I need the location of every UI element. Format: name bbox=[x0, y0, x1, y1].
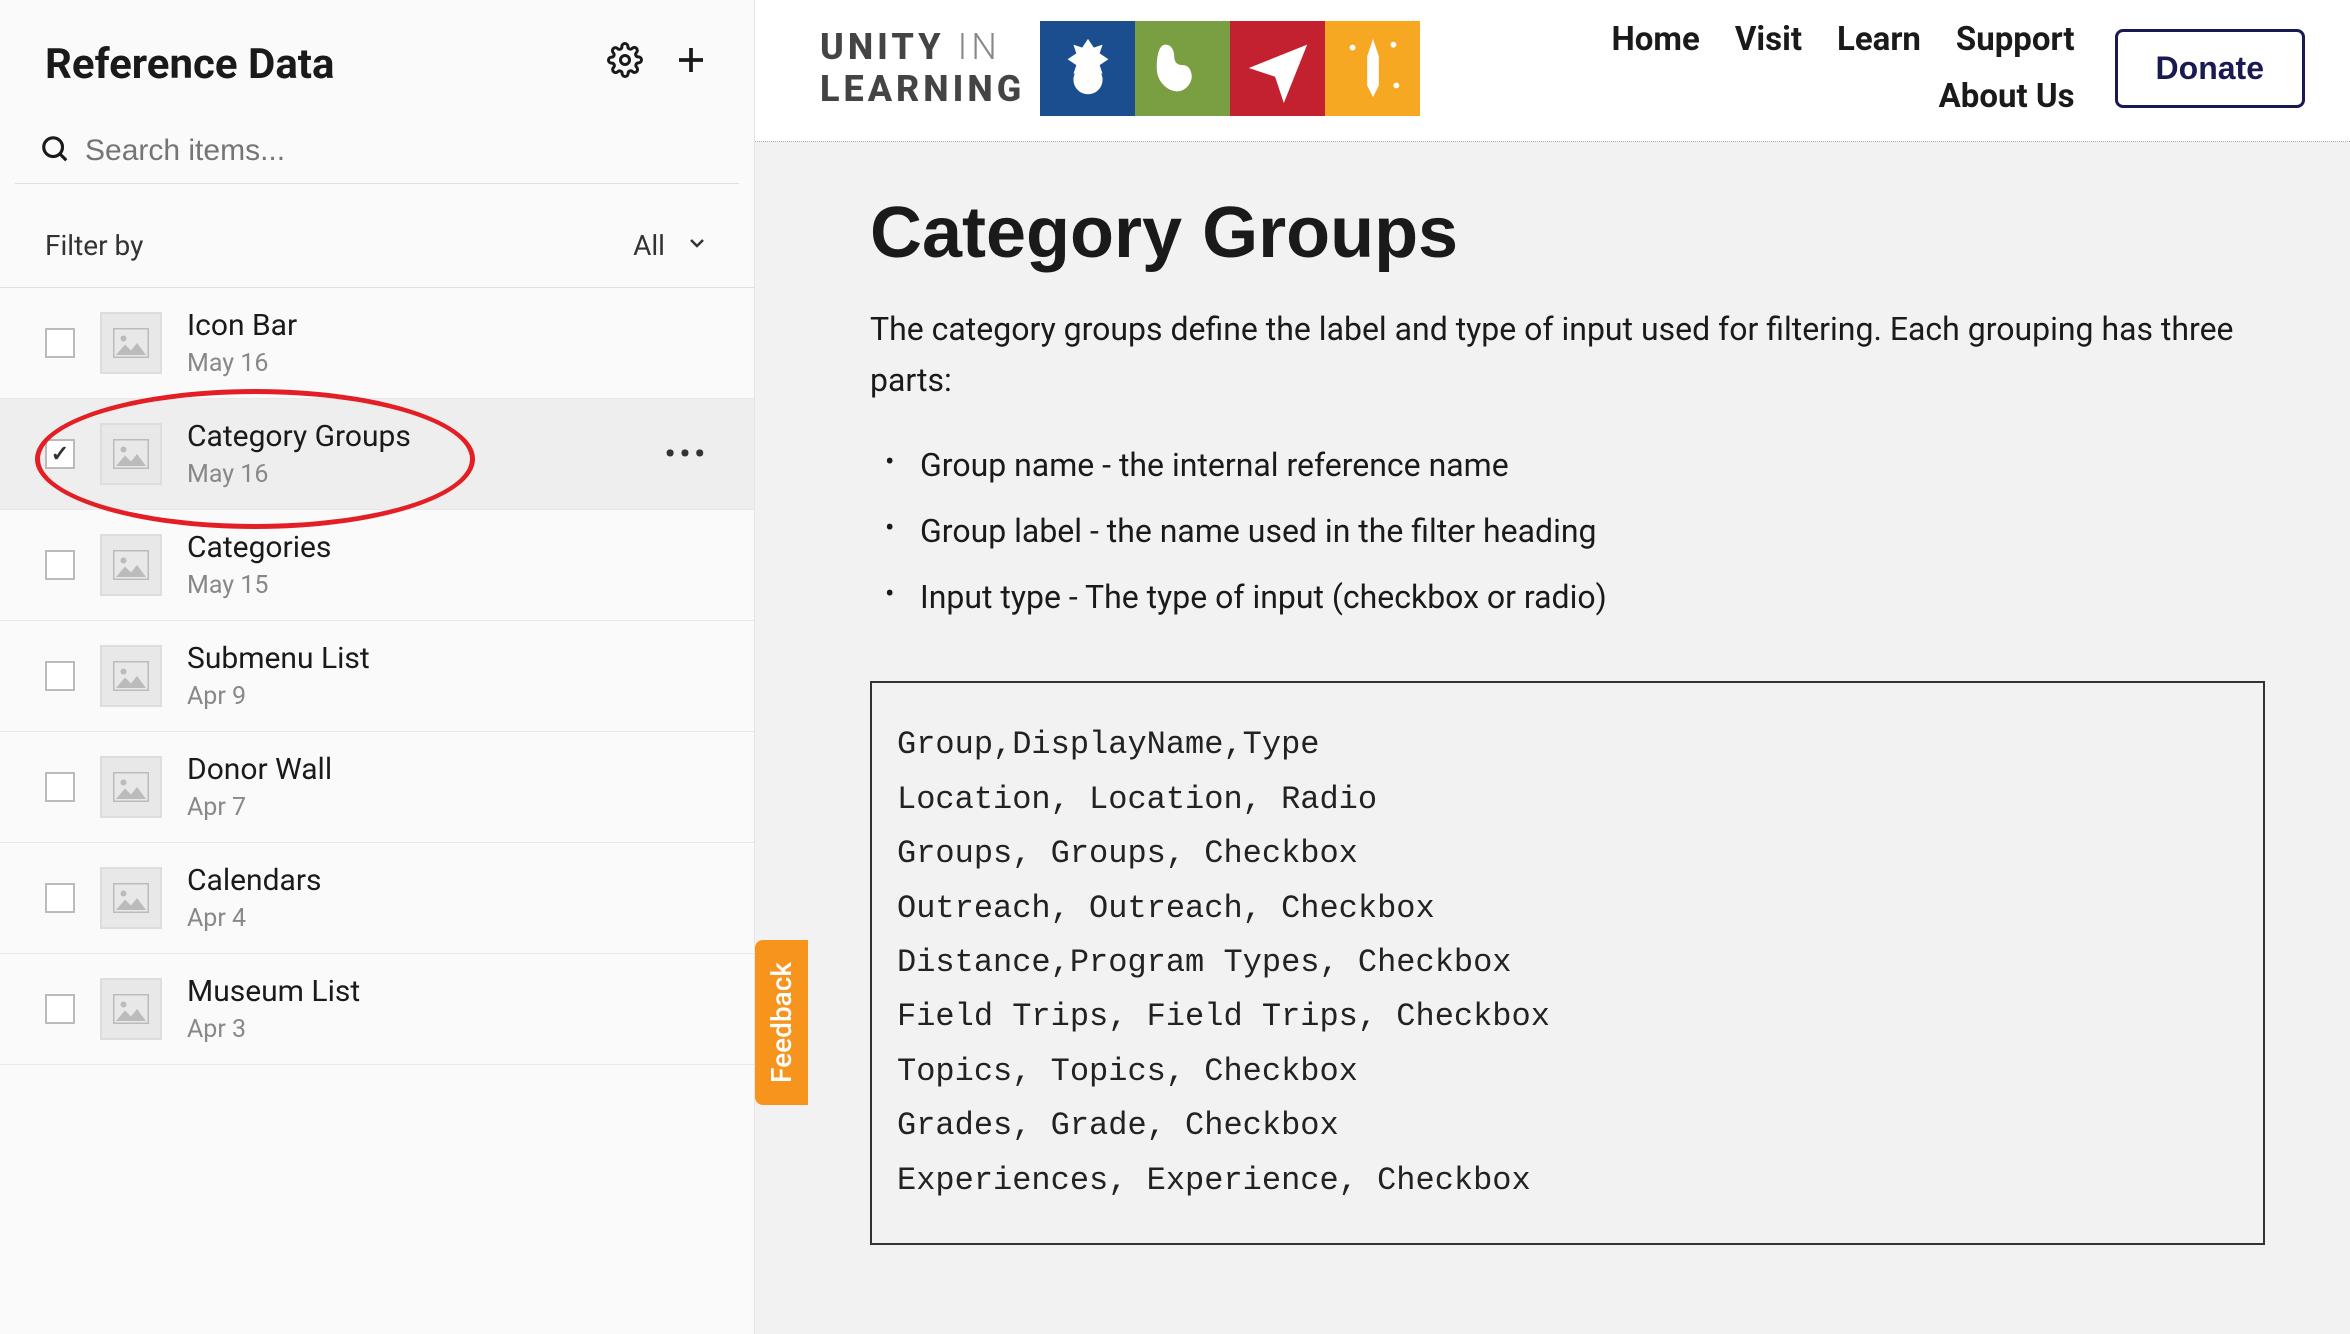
item-text: Submenu List Apr 9 bbox=[187, 641, 370, 711]
sidebar-header-icons bbox=[607, 42, 709, 87]
checkbox[interactable] bbox=[45, 439, 75, 469]
bullet-item: Group name - the internal reference name bbox=[920, 441, 2265, 489]
bullet-list: Group name - the internal reference name… bbox=[870, 441, 2265, 621]
item-title: Categories bbox=[187, 530, 331, 565]
item-list: Icon BarMay 16Category GroupsMay 16•••Ca… bbox=[0, 288, 754, 1334]
main: UNITY IN LEARNING Home Visit Learn Support … bbox=[755, 0, 2350, 1334]
feedback-tab[interactable]: Feedback bbox=[755, 940, 808, 1105]
more-icon[interactable]: ••• bbox=[665, 437, 709, 472]
nav-right: Home Visit Learn Support About Us bbox=[1612, 20, 2075, 116]
nav-links-row2: About Us bbox=[1939, 77, 2075, 116]
filter-label: Filter by bbox=[45, 229, 143, 262]
sidebar: Reference Data Filter by All Icon Bar May… bbox=[0, 0, 755, 1334]
nav-links-row1: Home Visit Learn Support bbox=[1612, 20, 2075, 59]
item-title: Calendars bbox=[187, 863, 322, 898]
checkbox[interactable] bbox=[45, 328, 75, 358]
thumbnail-icon bbox=[100, 978, 162, 1040]
nav-link[interactable]: Visit bbox=[1735, 20, 1802, 59]
nav-link[interactable]: Support bbox=[1956, 20, 2075, 59]
sidebar-header: Reference Data bbox=[0, 20, 754, 119]
thumbnail-icon bbox=[100, 534, 162, 596]
sidebar-title: Reference Data bbox=[45, 40, 335, 89]
checkbox[interactable] bbox=[45, 883, 75, 913]
bullet-item: Group label - the name used in the filte… bbox=[920, 507, 2265, 555]
tile-gear-icon bbox=[1040, 21, 1135, 116]
intro-text: The category groups define the label and… bbox=[870, 304, 2265, 406]
search-icon bbox=[40, 134, 70, 168]
item-date: Apr 4 bbox=[187, 904, 322, 933]
thumbnail-icon bbox=[100, 756, 162, 818]
logo-line1: UNITY IN bbox=[820, 26, 1025, 68]
thumbnail-icon bbox=[100, 645, 162, 707]
list-item[interactable]: Calendars Apr 4 bbox=[0, 843, 754, 954]
item-text: Museum List Apr 3 bbox=[187, 974, 360, 1044]
item-title: Category Groups bbox=[187, 419, 411, 454]
tile-plane-icon bbox=[1230, 21, 1325, 116]
plus-icon[interactable] bbox=[673, 42, 709, 87]
main-content: Category Groups The category groups defi… bbox=[755, 142, 2350, 1334]
checkbox[interactable] bbox=[45, 994, 75, 1024]
nav-link[interactable]: Home bbox=[1612, 20, 1700, 59]
gear-icon[interactable] bbox=[607, 42, 643, 87]
list-item[interactable]: Museum List Apr 3 bbox=[0, 954, 754, 1065]
item-title: Submenu List bbox=[187, 641, 370, 676]
checkbox[interactable] bbox=[45, 661, 75, 691]
search-row[interactable] bbox=[15, 119, 739, 184]
item-text: Calendars Apr 4 bbox=[187, 863, 322, 933]
list-item[interactable]: Icon Bar May 16 bbox=[0, 288, 754, 399]
item-title: Donor Wall bbox=[187, 752, 332, 787]
item-text: Category Groups May 16 bbox=[187, 419, 411, 489]
item-title: Icon Bar bbox=[187, 308, 297, 343]
chevron-down-icon bbox=[685, 229, 709, 262]
item-text: Donor Wall Apr 7 bbox=[187, 752, 332, 822]
list-item[interactable]: Donor Wall Apr 7 bbox=[0, 732, 754, 843]
item-title: Museum List bbox=[187, 974, 360, 1009]
item-date: May 16 bbox=[187, 460, 411, 489]
logo-text: UNITY IN LEARNING bbox=[820, 26, 1025, 110]
item-text: Categories May 15 bbox=[187, 530, 331, 600]
code-block: Group,DisplayName,Type Location, Locatio… bbox=[870, 681, 2265, 1245]
logo-tiles bbox=[1040, 21, 1420, 116]
logo-word-unity: UNITY bbox=[820, 26, 945, 68]
logo-line2: LEARNING bbox=[820, 68, 1025, 110]
thumbnail-icon bbox=[100, 312, 162, 374]
item-date: Apr 7 bbox=[187, 793, 332, 822]
item-date: Apr 9 bbox=[187, 682, 370, 711]
logo[interactable]: UNITY IN LEARNING bbox=[820, 21, 1420, 116]
item-text: Icon Bar May 16 bbox=[187, 308, 297, 378]
logo-word-in: IN bbox=[958, 26, 1001, 68]
checkbox[interactable] bbox=[45, 772, 75, 802]
item-date: May 15 bbox=[187, 571, 331, 600]
filter-row[interactable]: Filter by All bbox=[0, 184, 754, 288]
bullet-item: Input type - The type of input (checkbox… bbox=[920, 573, 2265, 621]
list-item[interactable]: Submenu List Apr 9 bbox=[0, 621, 754, 732]
page-title: Category Groups bbox=[870, 192, 2265, 274]
nav-link[interactable]: Learn bbox=[1837, 20, 1921, 59]
donate-button[interactable]: Donate bbox=[2115, 29, 2305, 108]
thumbnail-icon bbox=[100, 423, 162, 485]
search-input[interactable] bbox=[85, 134, 694, 168]
list-item[interactable]: Categories May 15 bbox=[0, 510, 754, 621]
nav-link[interactable]: About Us bbox=[1939, 77, 2075, 116]
filter-value-text: All bbox=[633, 229, 665, 262]
topnav: UNITY IN LEARNING Home Visit Learn Support … bbox=[755, 0, 2350, 142]
filter-dropdown[interactable]: All bbox=[633, 229, 709, 262]
list-item[interactable]: Category Groups May 16 ••• bbox=[0, 399, 754, 510]
thumbnail-icon bbox=[100, 867, 162, 929]
checkbox[interactable] bbox=[45, 550, 75, 580]
tile-rocket-icon bbox=[1325, 21, 1420, 116]
item-date: Apr 3 bbox=[187, 1015, 360, 1044]
tile-lizard-icon bbox=[1135, 21, 1230, 116]
item-date: May 16 bbox=[187, 349, 297, 378]
